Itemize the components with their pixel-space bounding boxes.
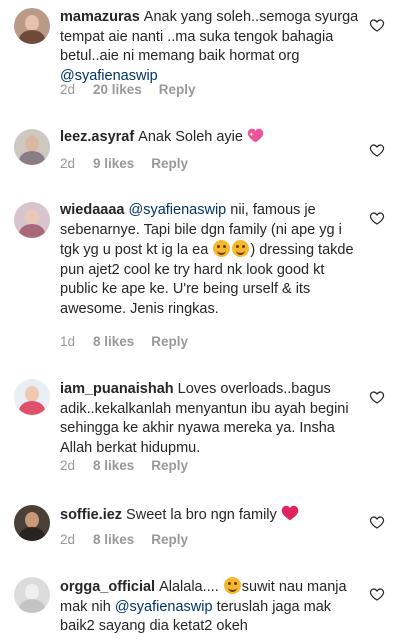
comment-text: iam_puanaishah Loves overloads..bagus adi… — [60, 380, 360, 458]
comment-meta: 2d 8 likes Reply — [60, 531, 188, 549]
comment-username[interactable]: wiedaaaa — [60, 202, 125, 218]
reply-button[interactable]: Reply — [151, 531, 188, 549]
comment-username[interactable]: mamazuras — [60, 9, 140, 25]
comment-time: 1d — [60, 334, 76, 349]
grinning-face-icon — [232, 240, 250, 257]
grinning-face-icon — [213, 240, 231, 257]
comment-text: soffie.iez Sweet la bro ngn family — [60, 505, 360, 526]
comment-username[interactable]: soffie.iez — [60, 507, 122, 523]
comment-likes[interactable]: 9 likes — [93, 155, 134, 173]
mention-link[interactable]: @syafienaswip — [129, 202, 227, 218]
comment-time: 2d — [60, 532, 76, 547]
comment-time: 2d — [60, 458, 76, 473]
comment-meta: 2d 8 likes Reply — [60, 457, 188, 475]
reply-button[interactable]: Reply — [151, 333, 188, 351]
avatar[interactable] — [14, 129, 50, 165]
heart-outline-icon[interactable] — [369, 142, 385, 158]
reply-button[interactable]: Reply — [151, 155, 188, 173]
comment-text: wiedaaaa @syafienaswip nii, famous je seb… — [60, 201, 360, 319]
heart-outline-icon[interactable] — [369, 210, 385, 226]
avatar[interactable] — [14, 577, 50, 613]
comment-likes[interactable]: 8 likes — [93, 531, 134, 549]
grinning-face-icon — [223, 577, 241, 594]
heart-outline-icon[interactable] — [369, 514, 385, 530]
comment-username[interactable]: orgga_official — [60, 579, 155, 595]
reply-button[interactable]: Reply — [151, 457, 188, 475]
mention-link[interactable]: @syafienaswip — [115, 599, 213, 615]
heart-outline-icon[interactable] — [369, 586, 385, 602]
heart-outline-icon[interactable] — [369, 17, 385, 33]
comment-body: Alalala.... — [159, 579, 219, 595]
comment-likes[interactable]: 20 likes — [93, 81, 142, 99]
heart-outline-icon[interactable] — [369, 389, 385, 405]
comment-likes[interactable]: 8 likes — [93, 333, 134, 351]
avatar[interactable] — [14, 379, 50, 415]
comment-meta: 2d 9 likes Reply — [60, 155, 188, 173]
sparkling-heart-icon — [247, 128, 264, 143]
comment-time: 2d — [60, 82, 76, 97]
comment-body: Sweet la bro ngn family — [126, 507, 277, 523]
reply-button[interactable]: Reply — [159, 81, 196, 99]
comment-meta: 2d 20 likes Reply — [60, 81, 196, 99]
comment-text: mamazuras Anak yang soleh..semoga syurga … — [60, 8, 360, 86]
comment-meta: 1d 8 likes Reply — [60, 333, 188, 351]
comment-body: Anak Soleh ayie — [138, 129, 243, 145]
comment-likes[interactable]: 8 likes — [93, 457, 134, 475]
comment-text: leez.asyraf Anak Soleh ayie — [60, 128, 360, 148]
comment-username[interactable]: iam_puanaishah — [60, 381, 174, 397]
comment-time: 2d — [60, 156, 76, 171]
avatar[interactable] — [14, 202, 50, 238]
red-heart-icon — [281, 505, 299, 521]
comment-username[interactable]: leez.asyraf — [60, 129, 134, 145]
comment-text: orgga_official Alalala.... suwit nau manj… — [60, 577, 360, 637]
avatar[interactable] — [14, 8, 50, 44]
avatar[interactable] — [14, 505, 50, 541]
